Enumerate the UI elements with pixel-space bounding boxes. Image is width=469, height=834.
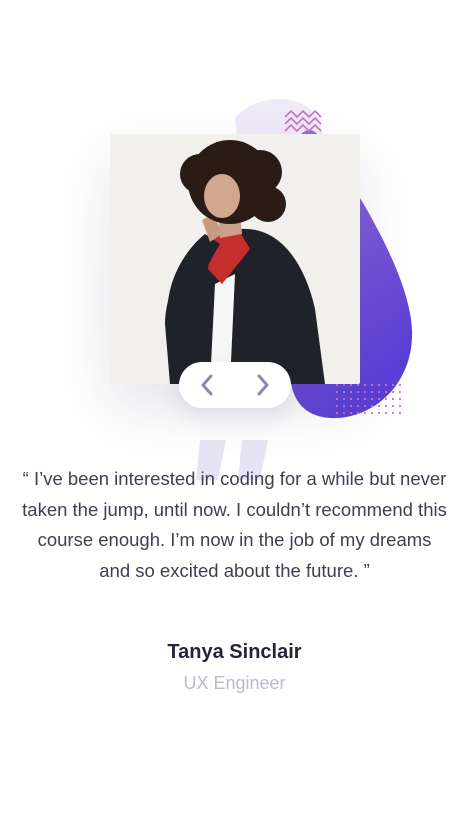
testimonial-section: “ I’ve been interested in coding for a w… [0, 0, 469, 834]
chevron-right-icon [257, 374, 269, 396]
author-photo [110, 134, 360, 384]
author-role: UX Engineer [183, 673, 286, 693]
testimonial-quote: “ I’ve been interested in coding for a w… [22, 468, 447, 581]
next-button[interactable] [243, 365, 283, 405]
testimonial-nav [179, 362, 291, 408]
chevron-left-icon [201, 374, 213, 396]
author-name: Tanya Sinclair [167, 641, 302, 663]
previous-button[interactable] [187, 365, 227, 405]
